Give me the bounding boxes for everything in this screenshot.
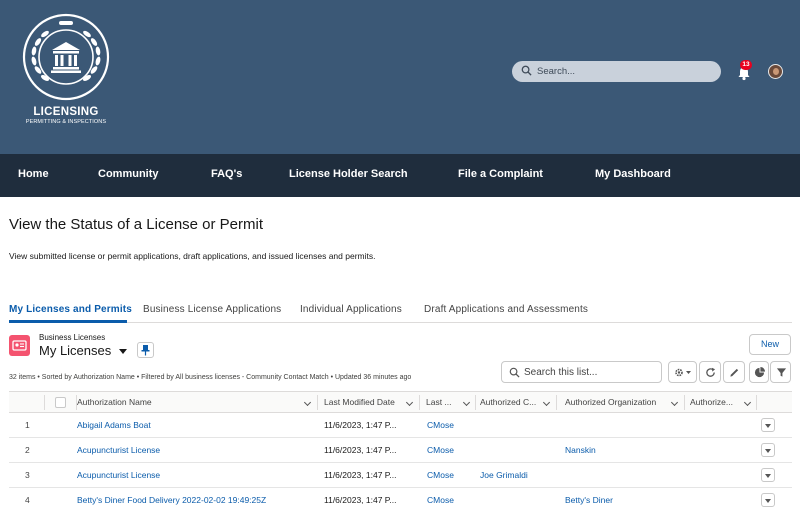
new-button[interactable]: New — [749, 334, 791, 355]
table-row[interactable]: 3 Acupuncturist License 11/6/2023, 1:47 … — [9, 463, 792, 488]
row-actions-button[interactable] — [761, 493, 775, 507]
row-number: 4 — [25, 495, 30, 505]
last-modified-date: 11/6/2023, 1:47 P... — [324, 470, 397, 480]
chevron-down-icon[interactable] — [303, 398, 312, 407]
active-tab-indicator — [9, 320, 127, 323]
search-icon — [521, 65, 532, 76]
nav-home[interactable]: Home — [18, 168, 49, 180]
last-modified-date: 11/6/2023, 1:47 P... — [324, 445, 397, 455]
tab-business-license-applications[interactable]: Business License Applications — [143, 304, 281, 315]
column-header-authorized[interactable]: Authorize... — [690, 392, 745, 413]
last-modified-by-link[interactable]: CMose — [427, 438, 472, 463]
table-row[interactable]: 1 Abigail Adams Boat 11/6/2023, 1:47 P..… — [9, 413, 792, 438]
notification-count-badge: 13 — [740, 60, 752, 70]
authorized-organization-link[interactable]: Betty's Diner — [565, 488, 680, 512]
brand-subtitle: PERMITTING & INSPECTIONS — [25, 119, 107, 125]
chevron-down-icon[interactable] — [743, 398, 752, 407]
table-row[interactable]: 2 Acupuncturist License 11/6/2023, 1:47 … — [9, 438, 792, 463]
column-header-authorized-organization[interactable]: Authorized Organization — [565, 392, 675, 413]
nav-faqs[interactable]: FAQ's — [211, 168, 242, 180]
refresh-button[interactable] — [699, 361, 721, 383]
column-header-last-modified-date[interactable]: Last Modified Date — [324, 392, 404, 413]
authorization-name-link[interactable]: Betty's Diner Food Delivery 2022-02-02 1… — [77, 488, 309, 512]
tab-bar: My Licenses and Permits Business License… — [9, 300, 792, 323]
nav-community[interactable]: Community — [98, 168, 159, 180]
authorized-organization-link[interactable] — [565, 463, 680, 488]
license-card-icon — [9, 335, 30, 356]
licensing-logo[interactable]: LICENSING PERMITTING & INSPECTIONS — [16, 12, 116, 132]
row-number: 2 — [25, 445, 30, 455]
site-header: LICENSING PERMITTING & INSPECTIONS 13 — [0, 0, 800, 154]
licenses-table: Authorization Name Last Modified Date La… — [9, 391, 792, 512]
tab-my-licenses-and-permits[interactable]: My Licenses and Permits — [9, 304, 132, 315]
list-search-input[interactable] — [524, 365, 657, 380]
page-description: View submitted license or permit applica… — [9, 251, 376, 261]
inline-edit-button[interactable] — [723, 361, 745, 383]
row-number: 1 — [25, 420, 30, 430]
authorization-name-link[interactable]: Acupuncturist License — [77, 438, 309, 463]
row-actions-button[interactable] — [761, 468, 775, 482]
table-header: Authorization Name Last Modified Date La… — [9, 391, 792, 413]
last-modified-by-link[interactable]: CMose — [427, 463, 472, 488]
refresh-icon — [706, 367, 716, 377]
tab-individual-applications[interactable]: Individual Applications — [300, 304, 402, 315]
nav-my-dashboard[interactable]: My Dashboard — [595, 168, 671, 180]
tab-draft-applications-and-assessments[interactable]: Draft Applications and Assessments — [424, 304, 588, 315]
filter-button[interactable] — [770, 361, 791, 383]
page-title: View the Status of a License or Permit — [9, 216, 264, 233]
column-header-authorized-contact[interactable]: Authorized C... — [480, 392, 540, 413]
authorized-contact-link[interactable] — [480, 488, 552, 512]
nav-license-holder-search[interactable]: License Holder Search — [289, 168, 408, 180]
gear-icon — [675, 368, 691, 377]
authorized-contact-link[interactable] — [480, 438, 552, 463]
chevron-down-icon[interactable] — [405, 398, 414, 407]
authorized-organization-link[interactable] — [565, 413, 680, 438]
global-search[interactable] — [512, 61, 721, 82]
courthouse-seal-icon — [22, 13, 110, 101]
last-modified-date: 11/6/2023, 1:47 P... — [324, 420, 397, 430]
select-all-checkbox[interactable] — [55, 397, 66, 408]
nav-file-a-complaint[interactable]: File a Complaint — [458, 168, 543, 180]
last-modified-by-link[interactable]: CMose — [427, 413, 472, 438]
authorization-name-link[interactable]: Abigail Adams Boat — [77, 413, 309, 438]
last-modified-by-link[interactable]: CMose — [427, 488, 472, 512]
pencil-icon — [730, 368, 739, 377]
list-view-info: 32 items • Sorted by Authorization Name … — [9, 374, 412, 381]
authorized-contact-link[interactable]: Joe Grimaldi — [480, 463, 552, 488]
filter-icon — [776, 368, 787, 377]
authorized-organization-link[interactable]: Nanskin — [565, 438, 680, 463]
column-header-last-modified-by[interactable]: Last ... — [426, 392, 462, 413]
list-view-dropdown-icon[interactable] — [119, 349, 127, 354]
row-actions-button[interactable] — [761, 418, 775, 432]
object-label: Business Licenses — [39, 333, 106, 342]
last-modified-date: 11/6/2023, 1:47 P... — [324, 495, 397, 505]
global-search-input[interactable] — [537, 63, 712, 80]
list-settings-button[interactable] — [668, 361, 697, 383]
table-row[interactable]: 4 Betty's Diner Food Delivery 2022-02-02… — [9, 488, 792, 512]
pie-chart-icon — [754, 367, 765, 378]
list-search[interactable] — [501, 361, 662, 383]
row-number: 3 — [25, 470, 30, 480]
user-avatar[interactable] — [768, 64, 783, 79]
pin-icon — [141, 345, 150, 356]
chevron-down-icon[interactable] — [462, 398, 471, 407]
search-icon — [509, 367, 520, 378]
chart-button[interactable] — [749, 361, 769, 383]
row-actions-button[interactable] — [761, 443, 775, 457]
brand-title: LICENSING — [33, 106, 99, 118]
chevron-down-icon[interactable] — [542, 398, 551, 407]
list-view-name[interactable]: My Licenses — [39, 343, 111, 358]
main-nav: Home Community FAQ's License Holder Sear… — [0, 154, 800, 197]
column-header-authorization-name[interactable]: Authorization Name — [77, 392, 297, 413]
pin-list-button[interactable] — [137, 342, 154, 358]
authorized-contact-link[interactable] — [480, 413, 552, 438]
authorization-name-link[interactable]: Acupuncturist License — [77, 463, 309, 488]
